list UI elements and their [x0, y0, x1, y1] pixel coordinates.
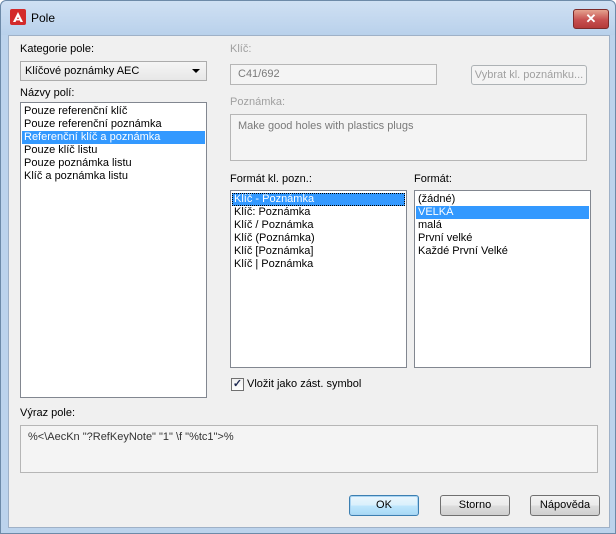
autocad-app-icon — [10, 9, 26, 25]
field-expression-label: Výraz pole: — [20, 407, 76, 419]
list-item[interactable]: První velké — [416, 232, 589, 245]
list-item[interactable]: Referenční klíč a poznámka — [22, 131, 205, 144]
key-label: Klíč: — [230, 43, 252, 55]
cancel-button[interactable]: Storno — [440, 495, 510, 516]
list-item[interactable]: Pouze klíč listu — [22, 144, 205, 157]
list-item[interactable]: Pouze referenční poznámka — [22, 118, 205, 131]
field-expression-field[interactable]: %<\AecKn "?RefKeyNote" "1" \f "%tc1">% — [20, 425, 598, 473]
keynote-format-label: Formát kl. pozn.: — [230, 173, 312, 185]
list-item[interactable]: Klíč | Poznámka — [232, 258, 405, 271]
ok-button[interactable]: OK — [349, 495, 419, 516]
field-dialog-window: Pole ✕ Kategorie pole: Klíčové poznámky … — [0, 0, 616, 534]
check-icon: ✓ — [232, 378, 243, 390]
window-title: Pole — [31, 11, 56, 25]
help-button[interactable]: Nápověda — [530, 495, 600, 516]
format-list[interactable]: (žádné) VELKÁ malá První velké Každé První V… — [414, 190, 591, 368]
field-names-list[interactable]: Pouze referenční klíč Pouze referenční po… — [20, 102, 207, 398]
list-item[interactable]: Klíč / Poznámka — [232, 219, 405, 232]
field-names-label: Názvy polí: — [20, 87, 75, 99]
list-item[interactable]: Klíč (Poznámka) — [232, 232, 405, 245]
format-label: Formát: — [414, 173, 452, 185]
keynote-format-list[interactable]: Klíč - Poznámka Klíč: Poznámka Klíč / Pozn… — [230, 190, 407, 368]
list-item[interactable]: malá — [416, 219, 589, 232]
title-bar[interactable]: Pole ✕ — [1, 1, 615, 35]
category-select[interactable]: Klíčové poznámky AEC — [20, 61, 207, 81]
note-field[interactable]: Make good holes with plastics plugs — [230, 114, 587, 161]
list-item[interactable]: Každé První Velké — [416, 245, 589, 258]
list-item[interactable]: VELKÁ — [416, 206, 589, 219]
close-button[interactable]: ✕ — [573, 9, 609, 29]
list-item[interactable]: Klíč - Poznámka — [232, 193, 405, 206]
key-field[interactable]: C41/692 — [230, 64, 437, 85]
list-item[interactable]: Klíč [Poznámka] — [232, 245, 405, 258]
category-select-value: Klíčové poznámky AEC — [25, 65, 140, 77]
list-item[interactable]: Pouze poznámka listu — [22, 157, 205, 170]
list-item[interactable]: Klíč a poznámka listu — [22, 170, 205, 183]
insert-placeholder-label[interactable]: Vložit jako zást. symbol — [247, 378, 361, 390]
select-keynote-button[interactable]: Vybrat kl. poznámku... — [471, 65, 587, 85]
note-label: Poznámka: — [230, 96, 286, 108]
insert-placeholder-checkbox[interactable]: ✓ — [231, 378, 244, 391]
list-item[interactable]: (žádné) — [416, 193, 589, 206]
chevron-down-icon[interactable] — [192, 69, 200, 73]
category-label: Kategorie pole: — [20, 43, 94, 55]
dialog-client-area: Kategorie pole: Klíčové poznámky AEC Náz… — [8, 35, 610, 528]
list-item[interactable]: Pouze referenční klíč — [22, 105, 205, 118]
list-item[interactable]: Klíč: Poznámka — [232, 206, 405, 219]
close-icon: ✕ — [585, 11, 597, 26]
